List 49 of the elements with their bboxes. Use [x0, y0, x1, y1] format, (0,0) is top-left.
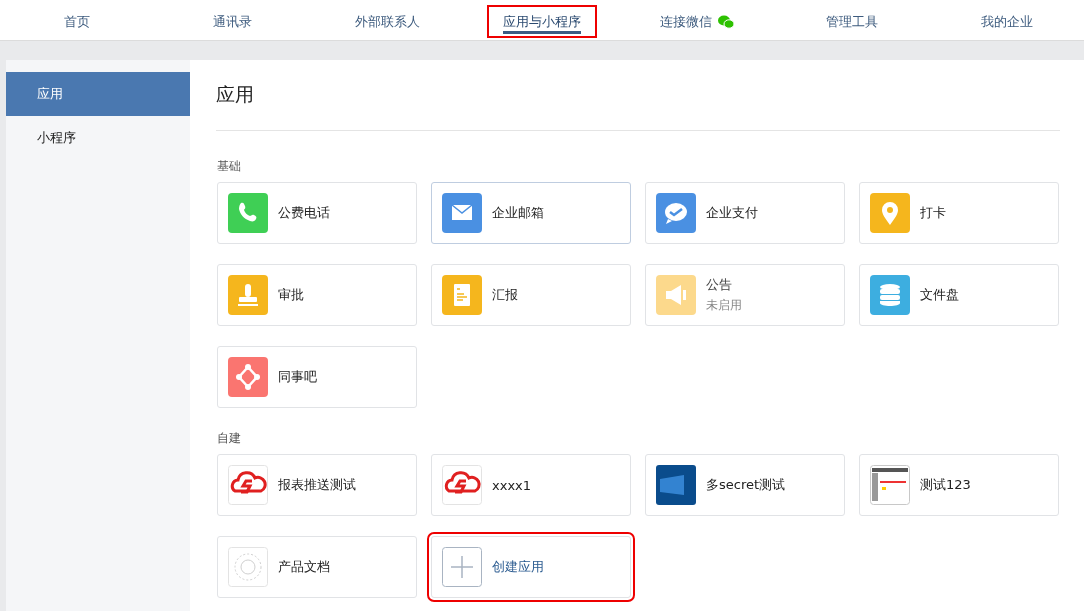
page-title: 应用 — [216, 82, 255, 107]
app-card[interactable]: 同事吧 — [217, 346, 417, 408]
app-status: 未启用 — [706, 297, 742, 314]
nav-tab[interactable]: 管理工具 — [809, 5, 894, 38]
sidebar-item[interactable]: 应用 — [6, 72, 190, 116]
app-card[interactable]: 文件盘 — [859, 264, 1059, 326]
app-card[interactable]: 产品文档 — [217, 536, 417, 598]
app-name: 文件盘 — [920, 286, 959, 304]
nav-tab[interactable]: 外部联系人 — [338, 5, 436, 38]
app-card[interactable]: 公费电话 — [217, 182, 417, 244]
app-card[interactable]: 汇报 — [431, 264, 631, 326]
nav-tab-label: 我的企业 — [980, 12, 1033, 31]
section-label: 自建 — [217, 430, 242, 447]
chat-bubbles-icon — [717, 14, 734, 29]
nav-tab[interactable]: 应用与小程序 — [487, 5, 597, 38]
nav-tab-label: 应用与小程序 — [503, 12, 581, 31]
nav-tab-label: 通讯录 — [212, 12, 252, 31]
app-name: 同事吧 — [278, 368, 317, 386]
app-card[interactable]: 企业支付 — [645, 182, 845, 244]
app-name: 报表推送测试 — [278, 476, 356, 494]
section-label: 基础 — [217, 158, 242, 175]
app-name: 测试123 — [920, 476, 971, 494]
nav-tab-label: 首页 — [64, 12, 91, 31]
app-card[interactable]: 打卡 — [859, 182, 1059, 244]
app-name: 汇报 — [492, 286, 518, 304]
app-name: 公费电话 — [278, 204, 330, 222]
app-name: xxxx1 — [492, 477, 532, 493]
nav-tab[interactable]: 我的企业 — [964, 5, 1049, 38]
nav-tab[interactable]: 首页 — [48, 5, 107, 38]
app-card[interactable]: 企业邮箱 — [431, 182, 631, 244]
nav-tab[interactable]: 通讯录 — [196, 5, 268, 38]
nav-tab-label: 外部联系人 — [354, 12, 420, 31]
app-card[interactable]: 报表推送测试 — [217, 454, 417, 516]
app-name: 多secret测试 — [706, 476, 786, 494]
app-card[interactable]: 测试123 — [859, 454, 1059, 516]
sidebar-item[interactable]: 小程序 — [6, 116, 190, 160]
app-name: 打卡 — [920, 204, 946, 222]
nav-tab[interactable]: 连接微信 — [643, 5, 750, 38]
app-name: 公告 — [706, 276, 733, 294]
app-name: 产品文档 — [278, 558, 330, 576]
app-name: 企业邮箱 — [492, 204, 544, 222]
app-card[interactable]: 审批 — [217, 264, 417, 326]
app-card[interactable]: 多secret测试 — [645, 454, 845, 516]
app-name: 企业支付 — [706, 204, 758, 222]
nav-tab-label: 管理工具 — [825, 12, 878, 31]
app-card[interactable]: xxxx1 — [431, 454, 631, 516]
app-name: 创建应用 — [492, 558, 544, 576]
app-name: 审批 — [278, 286, 304, 304]
nav-tab-label: 连接微信 — [659, 12, 712, 31]
